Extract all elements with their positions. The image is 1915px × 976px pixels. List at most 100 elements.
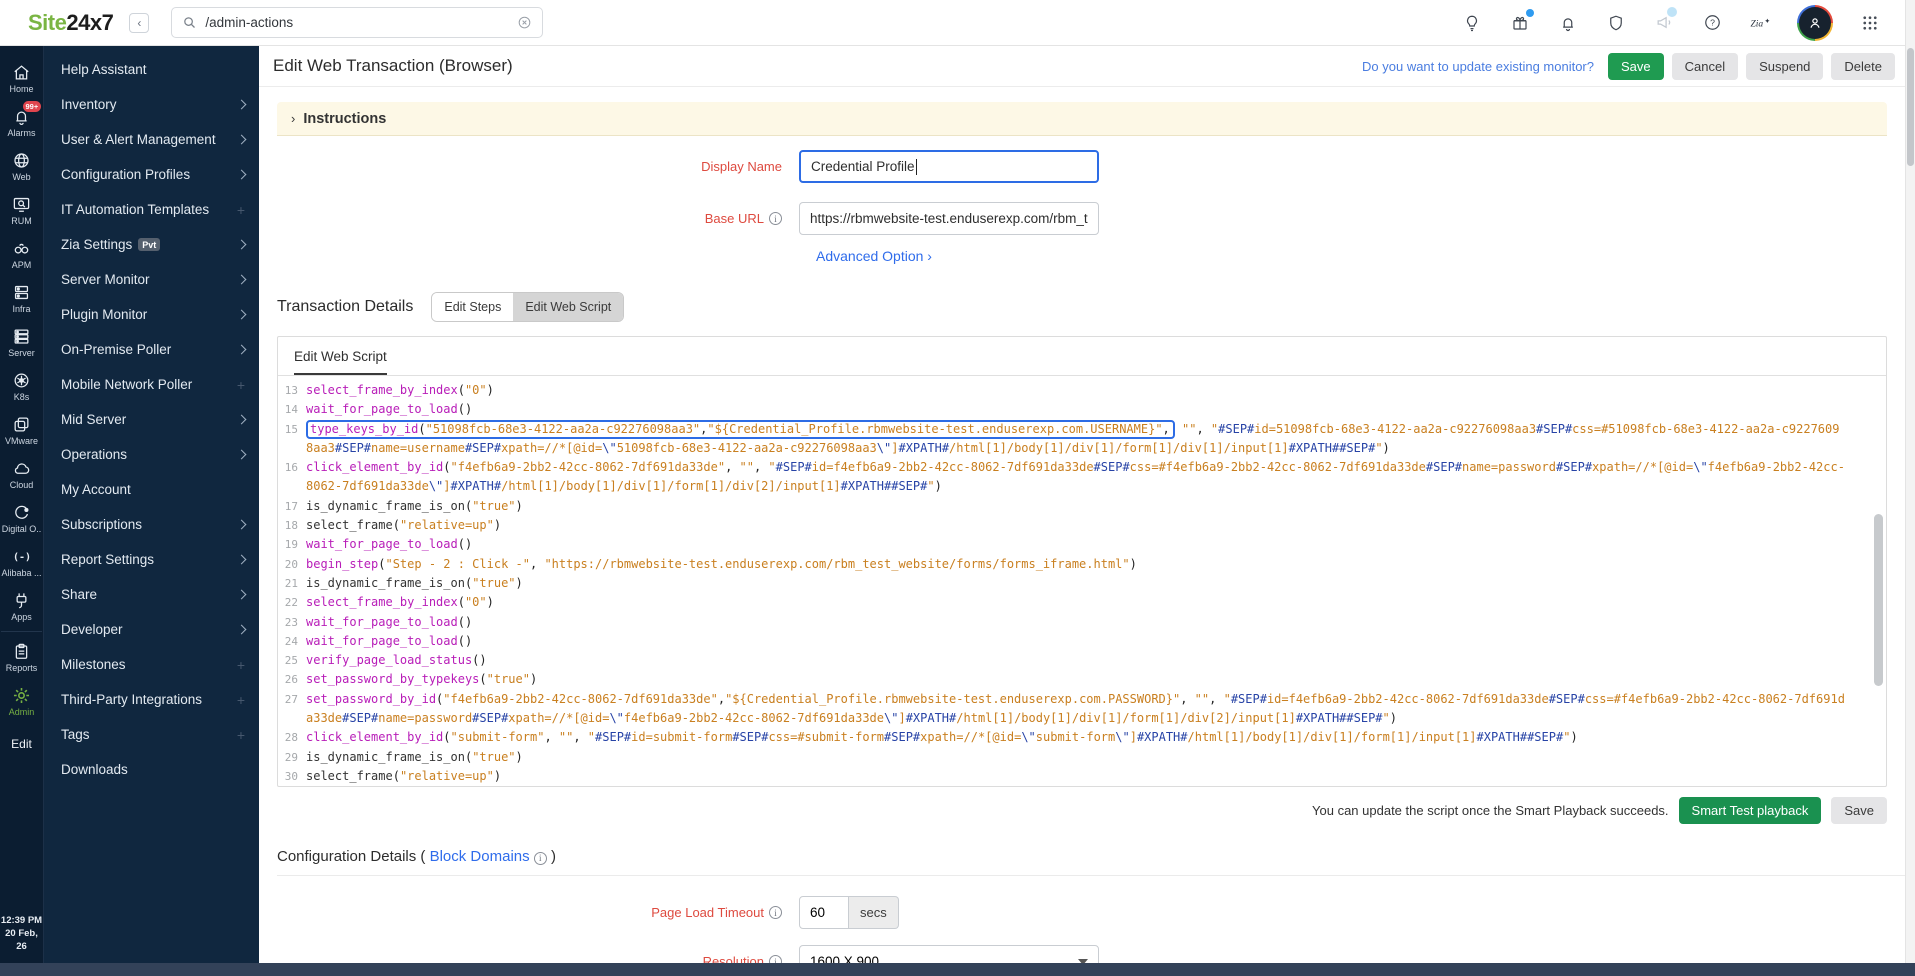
menu-item-report-settings[interactable]: Report Settings [44, 542, 259, 577]
page-scrollbar-thumb[interactable] [1907, 48, 1914, 166]
code-line-25[interactable]: 25verify_page_load_status() [278, 651, 1886, 670]
page-scrollbar[interactable] [1905, 0, 1915, 963]
rail-item-apps[interactable]: Apps [1, 584, 41, 628]
infra-icon [12, 282, 32, 302]
clear-search-icon[interactable] [517, 15, 532, 30]
code-line-27[interactable]: 27set_password_by_id("f4efb6a9-2bb2-42cc… [278, 690, 1886, 729]
code-editor[interactable]: 13select_frame_by_index("0")14wait_for_p… [278, 376, 1886, 786]
rail-item-server[interactable]: Server [1, 320, 41, 364]
page-load-timeout-input[interactable]: 60 [799, 896, 849, 929]
rail-edit-link[interactable]: Edit [11, 723, 32, 757]
instructions-accordion[interactable]: › Instructions [277, 102, 1887, 136]
menu-item-zia-settings[interactable]: Zia SettingsPvt [44, 227, 259, 262]
rail-item-home[interactable]: Home [1, 56, 41, 100]
rail-item-admin[interactable]: Admin [0, 679, 43, 723]
edit-steps-toggle[interactable]: Edit Steps [432, 293, 513, 321]
menu-item-configuration-profiles[interactable]: Configuration Profiles [44, 157, 259, 192]
menu-item-operations[interactable]: Operations [44, 437, 259, 472]
user-avatar[interactable] [1797, 5, 1833, 41]
bulb-icon[interactable] [1461, 12, 1483, 34]
menu-item-plugin-monitor[interactable]: Plugin Monitor [44, 297, 259, 332]
info-icon[interactable]: i [769, 906, 782, 919]
rail-item-cloud[interactable]: Cloud [1, 452, 41, 496]
base-url-input[interactable]: https://rbmwebsite-test.enduserexp.com/r… [799, 202, 1099, 235]
menu-item-third-party-integrations[interactable]: Third-Party Integrations+ [44, 682, 259, 717]
code-line-17[interactable]: 17is_dynamic_frame_is_on("true") [278, 497, 1886, 516]
smart-test-playback-button[interactable]: Smart Test playback [1679, 797, 1822, 824]
info-icon[interactable]: i [769, 955, 782, 963]
menu-item-inventory[interactable]: Inventory [44, 87, 259, 122]
code-line-21[interactable]: 21is_dynamic_frame_is_on("true") [278, 574, 1886, 593]
menu-item-server-monitor[interactable]: Server Monitor [44, 262, 259, 297]
code-line-29[interactable]: 29is_dynamic_frame_is_on("true") [278, 748, 1886, 767]
menu-item-milestones[interactable]: Milestones+ [44, 647, 259, 682]
help-icon[interactable]: ? [1701, 12, 1723, 34]
rail-item-k8s[interactable]: K8s [1, 364, 41, 408]
code-line-13[interactable]: 13select_frame_by_index("0") [278, 381, 1886, 400]
info-icon[interactable]: i [534, 852, 547, 865]
code-line-30[interactable]: 30select_frame("relative=up") [278, 767, 1886, 786]
update-existing-monitor-link[interactable]: Do you want to update existing monitor? [1362, 59, 1594, 74]
menu-item-developer[interactable]: Developer [44, 612, 259, 647]
code-line-23[interactable]: 23wait_for_page_to_load() [278, 613, 1886, 632]
menu-item-it-automation-templates[interactable]: IT Automation Templates+ [44, 192, 259, 227]
code-line-20[interactable]: 20begin_step("Step - 2 : Click -", "http… [278, 555, 1886, 574]
code-line-16[interactable]: 16click_element_by_id("f4efb6a9-2bb2-42c… [278, 458, 1886, 497]
save-button[interactable]: Save [1608, 53, 1664, 80]
script-save-button[interactable]: Save [1831, 797, 1887, 824]
menu-item-downloads[interactable]: Downloads [44, 752, 259, 787]
rail-item-label: Reports [6, 663, 38, 673]
display-name-input[interactable]: Credential Profile [799, 150, 1099, 183]
advanced-option-link[interactable]: Advanced Option › [816, 248, 932, 264]
line-number: 27 [278, 690, 306, 729]
line-number: 13 [278, 381, 306, 400]
rail-item-alarms[interactable]: 99+Alarms [1, 100, 41, 144]
menu-item-user-alert-management[interactable]: User & Alert Management [44, 122, 259, 157]
line-number: 20 [278, 555, 306, 574]
global-search-input[interactable]: /admin-actions [171, 7, 543, 38]
info-icon[interactable]: i [769, 212, 782, 225]
suspend-button[interactable]: Suspend [1746, 53, 1823, 80]
menu-item-mid-server[interactable]: Mid Server [44, 402, 259, 437]
apps-grid-icon[interactable] [1859, 12, 1881, 34]
edit-web-script-toggle[interactable]: Edit Web Script [513, 293, 623, 321]
menu-item-share[interactable]: Share [44, 577, 259, 612]
menu-item-help-assistant[interactable]: Help Assistant [44, 52, 259, 87]
shield-icon[interactable] [1605, 12, 1627, 34]
resolution-select[interactable]: 1600 X 900 [799, 945, 1099, 963]
code-line-22[interactable]: 22select_frame_by_index("0") [278, 593, 1886, 612]
menu-item-subscriptions[interactable]: Subscriptions [44, 507, 259, 542]
code-line-19[interactable]: 19wait_for_page_to_load() [278, 535, 1886, 554]
zia-icon[interactable]: Zia [1749, 12, 1771, 34]
gift-icon[interactable] [1509, 12, 1531, 34]
block-domains-link[interactable]: Block Domains [430, 848, 530, 865]
tab-edit-web-script[interactable]: Edit Web Script [294, 349, 387, 375]
rail-item-digital-o[interactable]: Digital O.. [1, 496, 41, 540]
rail-item-web[interactable]: Web [1, 144, 41, 188]
code-line-14[interactable]: 14wait_for_page_to_load() [278, 400, 1886, 419]
menu-item-mobile-network-poller[interactable]: Mobile Network Poller+ [44, 367, 259, 402]
rail-item-apm[interactable]: APM [1, 232, 41, 276]
code-line-15[interactable]: 15type_keys_by_id("51098fcb-68e3-4122-aa… [278, 420, 1886, 459]
rail-item-label: K8s [14, 392, 30, 402]
code-line-24[interactable]: 24wait_for_page_to_load() [278, 632, 1886, 651]
rail-item-reports[interactable]: Reports [1, 635, 41, 679]
rail-item-alibaba[interactable]: (-)Alibaba ... [1, 540, 41, 584]
rail-item-rum[interactable]: RUM [1, 188, 41, 232]
code-line-18[interactable]: 18select_frame("relative=up") [278, 516, 1886, 535]
delete-button[interactable]: Delete [1831, 53, 1895, 80]
cancel-button[interactable]: Cancel [1672, 53, 1738, 80]
line-number: 26 [278, 670, 306, 689]
menu-item-my-account[interactable]: My Account [44, 472, 259, 507]
rail-item-infra[interactable]: Infra [1, 276, 41, 320]
megaphone-icon[interactable] [1653, 12, 1675, 34]
menu-item-tags[interactable]: Tags+ [44, 717, 259, 752]
notifications-bell-icon[interactable] [1557, 12, 1579, 34]
rail-item-vmware[interactable]: VMware [1, 408, 41, 452]
chevron-right-icon [237, 450, 247, 460]
sidebar-collapse-icon[interactable]: ‹ [129, 13, 149, 33]
code-line-28[interactable]: 28click_element_by_id("submit-form", "",… [278, 728, 1886, 747]
editor-scrollbar-thumb[interactable] [1874, 514, 1883, 686]
code-line-26[interactable]: 26set_password_by_typekeys("true") [278, 670, 1886, 689]
menu-item-on-premise-poller[interactable]: On-Premise Poller [44, 332, 259, 367]
